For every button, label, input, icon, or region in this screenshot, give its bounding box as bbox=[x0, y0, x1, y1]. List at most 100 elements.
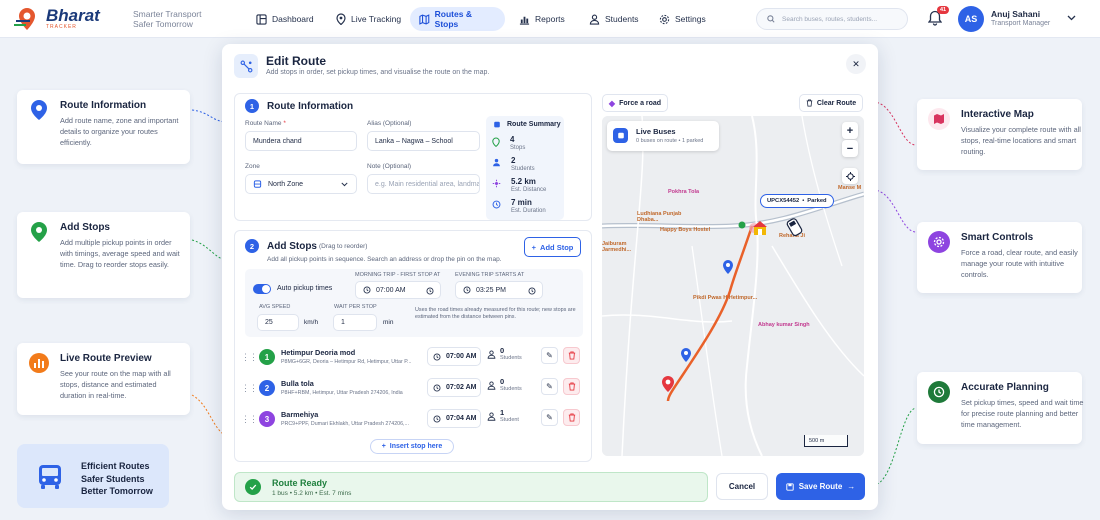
stop-number: 1 bbox=[259, 349, 275, 365]
stop-row[interactable]: ⋮⋮ 1 Hetimpur Deoria mod P8MG+6GR, Deori… bbox=[241, 344, 581, 370]
insert-stop-button[interactable]: + Insert stop here bbox=[370, 439, 454, 454]
button-label: Force a road bbox=[619, 99, 662, 107]
map-place-label: Abhay kumar Singh bbox=[758, 322, 810, 328]
location-pin-icon bbox=[492, 137, 500, 147]
edit-stop-button[interactable]: ✎ bbox=[541, 347, 558, 364]
pencil-icon: ✎ bbox=[546, 351, 553, 360]
route-map[interactable]: Live Buses 0 buses on route • 1 parked +… bbox=[602, 116, 864, 456]
delete-stop-button[interactable] bbox=[563, 347, 580, 364]
edit-stop-button[interactable]: ✎ bbox=[541, 409, 558, 426]
add-stop-button[interactable]: + Add Stop bbox=[524, 237, 581, 257]
promo-text: Efficient Routes Safer Students Better T… bbox=[81, 461, 153, 496]
stop-marker-icon[interactable] bbox=[722, 259, 734, 277]
speed-unit: km/h bbox=[304, 319, 319, 326]
bus-icon bbox=[35, 462, 65, 494]
drag-handle-icon[interactable]: ⋮⋮ bbox=[241, 352, 258, 363]
users-icon bbox=[487, 412, 496, 421]
clock-icon bbox=[463, 286, 471, 294]
auto-pickup-toggle[interactable] bbox=[253, 284, 271, 294]
stop-time-field[interactable]: 07:00 AM bbox=[427, 347, 481, 366]
chevron-down-icon bbox=[341, 182, 348, 187]
delete-stop-button[interactable] bbox=[563, 409, 580, 426]
save-route-button[interactable]: Save Route → bbox=[776, 473, 865, 500]
zoom-in-button[interactable]: + bbox=[842, 122, 858, 139]
feature-card-accurate-planning: Accurate Planning Set pickup times, spee… bbox=[917, 372, 1084, 444]
summary-key: Est. Distance bbox=[511, 187, 547, 193]
stop-time-field[interactable]: 07:04 AM bbox=[427, 409, 481, 428]
zone-value: North Zone bbox=[268, 180, 304, 188]
morning-trip-label: MORNING TRIP - FIRST STOP AT bbox=[355, 272, 441, 278]
button-label: Clear Route bbox=[816, 99, 857, 107]
live-buses-card[interactable]: Live Buses 0 buses on route • 1 parked bbox=[607, 121, 719, 151]
map-place-label: Pikdi Pwas H Hetimpur... bbox=[693, 295, 758, 301]
trash-icon bbox=[568, 351, 575, 360]
delete-stop-button[interactable] bbox=[563, 378, 580, 395]
route-information-panel: 1 Route Information Route Name * Mundera… bbox=[234, 93, 592, 221]
zone-label: Zone bbox=[245, 163, 260, 170]
cancel-button[interactable]: Cancel bbox=[716, 473, 768, 500]
evening-time-field[interactable]: 03:25 PM bbox=[455, 281, 543, 299]
close-button[interactable]: ✕ bbox=[846, 54, 866, 74]
alias-field[interactable]: Lanka – Nagwa – School bbox=[367, 131, 480, 151]
timing-settings: Auto pickup times MORNING TRIP - FIRST S… bbox=[245, 269, 583, 337]
summary-stops: 4 Stops bbox=[492, 135, 525, 152]
bus-icon bbox=[494, 121, 500, 128]
stop-row[interactable]: ⋮⋮ 3 Barmehiya PRC9+PPF, Dumari Ekhlakh,… bbox=[241, 406, 581, 432]
plus-icon: + bbox=[381, 443, 386, 450]
map-place-label: Pokhra Tola bbox=[668, 189, 700, 195]
section-title: Route Information bbox=[267, 101, 354, 112]
summary-value: 2 bbox=[511, 156, 516, 165]
map-scale: 500 m bbox=[804, 435, 848, 447]
wait-label: WAIT PER STOP bbox=[334, 304, 377, 310]
stop-marker-icon[interactable] bbox=[680, 347, 692, 365]
edit-route-modal: Edit Route Add stops in order, set picku… bbox=[222, 44, 878, 510]
zone-select[interactable]: North Zone bbox=[245, 174, 357, 194]
feature-desc: Set pickup times, speed and wait time fo… bbox=[961, 398, 1084, 429]
map-icon bbox=[928, 108, 950, 130]
summary-value: 5.2 km bbox=[511, 177, 536, 186]
check-icon bbox=[245, 479, 261, 495]
bus-tag[interactable]: UPCX54452 • Parked bbox=[760, 194, 834, 208]
zoom-out-button[interactable]: − bbox=[842, 140, 858, 157]
stop-students: 1 Student bbox=[487, 409, 519, 423]
add-stops-panel: 2 Add Stops (Drag to reorder) Add all pi… bbox=[234, 230, 592, 462]
stop-time-field[interactable]: 07:02 AM bbox=[427, 378, 481, 397]
route-name-field[interactable]: Mundera chand bbox=[245, 131, 357, 151]
trash-icon bbox=[568, 413, 575, 422]
stop-students: 0 Students bbox=[487, 347, 522, 361]
clear-route-button[interactable]: Clear Route bbox=[799, 94, 863, 112]
time-value: 03:25 PM bbox=[476, 286, 506, 294]
timing-note: Uses the road times already measured for… bbox=[415, 307, 576, 320]
ready-title: Route Ready bbox=[272, 478, 328, 488]
summary-distance: 5.2 km Est. Distance bbox=[492, 177, 546, 194]
avg-speed-field[interactable]: 25 bbox=[257, 314, 299, 331]
map-place-label: Jaiburam Jarmedhi... bbox=[602, 241, 632, 253]
locate-button[interactable] bbox=[842, 168, 858, 184]
auto-pickup-label: Auto pickup times bbox=[277, 285, 333, 292]
avg-speed-label: AVG SPEED bbox=[259, 304, 291, 310]
step-number: 1 bbox=[245, 99, 259, 113]
destination-marker-icon[interactable] bbox=[661, 375, 675, 395]
note-field[interactable]: e.g. Main residential area, landmark bbox=[367, 174, 480, 194]
clock-icon bbox=[363, 286, 371, 294]
bus-number: UPCX54452 bbox=[767, 198, 800, 204]
students-count: 0 bbox=[500, 377, 505, 386]
label-text: Route Name bbox=[245, 120, 282, 127]
summary-students: 2 Students bbox=[492, 156, 535, 173]
button-label: Add Stop bbox=[540, 242, 574, 252]
crosshair-icon bbox=[845, 171, 855, 181]
arrow-right-icon: → bbox=[847, 482, 856, 491]
users-icon bbox=[493, 158, 500, 167]
stop-row[interactable]: ⋮⋮ 2 Bulla tola P8HF+RBM, Hetimpur, Utta… bbox=[241, 375, 581, 401]
drag-handle-icon[interactable]: ⋮⋮ bbox=[241, 383, 258, 394]
clock-icon bbox=[928, 381, 950, 403]
school-icon[interactable] bbox=[752, 220, 768, 238]
promo-card: Efficient Routes Safer Students Better T… bbox=[17, 444, 169, 508]
drag-handle-icon[interactable]: ⋮⋮ bbox=[241, 414, 258, 425]
feature-title: Smart Controls bbox=[961, 232, 1034, 243]
force-road-button[interactable]: ◆ Force a road bbox=[602, 94, 668, 112]
section-title: Add Stops bbox=[267, 241, 317, 252]
wait-field[interactable]: 1 bbox=[333, 314, 377, 331]
edit-stop-button[interactable]: ✎ bbox=[541, 378, 558, 395]
morning-time-field[interactable]: 07:00 AM bbox=[355, 281, 441, 299]
